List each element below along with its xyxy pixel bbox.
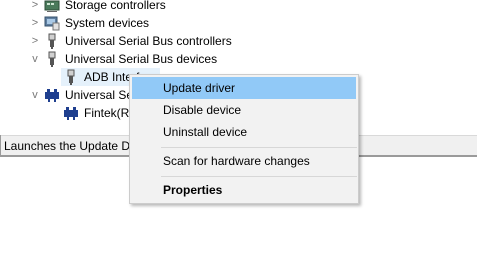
context-menu: Update driver Disable device Uninstall d… <box>129 74 359 204</box>
menu-item-disable-device[interactable]: Disable device <box>132 99 356 121</box>
tree-item-usb-devices[interactable]: v Universal Serial Bus devices <box>0 50 477 68</box>
menu-item-scan-hardware[interactable]: Scan for hardware changes <box>132 150 356 172</box>
menu-item-uninstall-device[interactable]: Uninstall device <box>132 121 356 143</box>
chevron-down-icon[interactable]: v <box>29 86 41 104</box>
window-left-border <box>0 135 1 157</box>
chevron-right-icon[interactable]: > <box>29 0 41 14</box>
usb-icon <box>44 51 60 67</box>
tree-item-label: Universal Serial Bus devices <box>65 52 218 66</box>
menu-item-label: Disable device <box>163 103 242 117</box>
tree-item-label: Fintek(R) <box>84 106 134 120</box>
menu-item-label: Scan for hardware changes <box>163 154 310 168</box>
usb-hub-icon <box>44 87 60 103</box>
menu-item-label: Properties <box>163 183 223 197</box>
chevron-right-icon[interactable]: > <box>29 14 41 32</box>
usb-icon <box>63 69 79 85</box>
menu-item-properties[interactable]: Properties <box>132 179 356 201</box>
tree-item-label: Storage controllers <box>65 0 166 12</box>
system-devices-icon <box>44 15 60 31</box>
tree-item-label: System devices <box>65 16 150 30</box>
menu-separator <box>161 176 357 177</box>
chevron-down-icon[interactable]: v <box>29 50 41 68</box>
tree-item-system-devices[interactable]: > System devices <box>0 14 477 32</box>
storage-controller-icon <box>44 0 60 13</box>
tree-item-label: Universal Serial Bus controllers <box>65 34 232 48</box>
chevron-right-icon[interactable]: > <box>29 32 41 50</box>
menu-item-label: Uninstall device <box>163 125 248 139</box>
menu-separator <box>161 147 357 148</box>
usb-hub-icon <box>63 105 79 121</box>
usb-icon <box>44 33 60 49</box>
menu-item-label: Update driver <box>163 81 236 95</box>
menu-item-update-driver[interactable]: Update driver <box>132 77 356 99</box>
tree-item-storage-controllers[interactable]: > Storage controllers <box>0 0 477 14</box>
tree-item-usb-controllers[interactable]: > Universal Serial Bus controllers <box>0 32 477 50</box>
